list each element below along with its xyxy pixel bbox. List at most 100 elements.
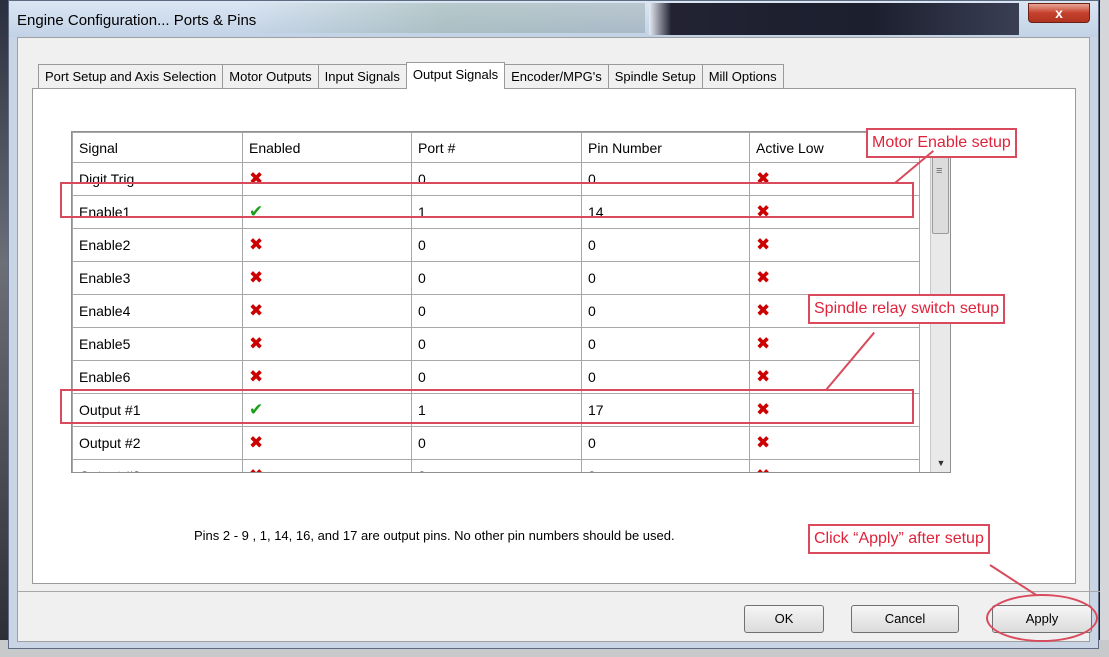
scroll-down-arrow-icon[interactable]: ▼ bbox=[931, 454, 950, 472]
column-header-enabled[interactable]: Enabled bbox=[242, 132, 412, 163]
table-row[interactable]: Enable3 ✖ 0 0 ✖ bbox=[72, 261, 920, 295]
tab-motor-outputs[interactable]: Motor Outputs bbox=[222, 64, 319, 88]
tab-port-setup[interactable]: Port Setup and Axis Selection bbox=[38, 64, 224, 88]
enabled-cell[interactable]: ✖ bbox=[242, 360, 412, 394]
red-x-icon: ✖ bbox=[756, 202, 771, 222]
port-cell[interactable]: 0 bbox=[411, 426, 582, 460]
active-low-cell[interactable]: ✖ bbox=[749, 261, 920, 295]
red-x-icon: ✖ bbox=[756, 169, 771, 189]
pin-number-cell[interactable]: 0 bbox=[581, 426, 750, 460]
signal-cell[interactable]: Enable3 bbox=[72, 261, 243, 295]
port-cell-text: 0 bbox=[418, 303, 426, 319]
signal-cell[interactable]: Enable1 bbox=[72, 195, 243, 229]
active-low-cell[interactable]: ✖ bbox=[749, 162, 920, 196]
title-bar[interactable]: Engine Configuration... Ports & Pins x bbox=[9, 1, 1098, 37]
port-cell-text: 0 bbox=[418, 369, 426, 385]
enabled-cell[interactable]: ✖ bbox=[242, 294, 412, 328]
port-cell[interactable]: 1 bbox=[411, 195, 582, 229]
pin-number-cell[interactable]: 0 bbox=[581, 459, 750, 472]
enabled-cell[interactable]: ✖ bbox=[242, 228, 412, 262]
red-x-icon: ✖ bbox=[249, 334, 264, 354]
column-header-port[interactable]: Port # bbox=[411, 132, 582, 163]
pin-number-cell[interactable]: 0 bbox=[581, 294, 750, 328]
table-row[interactable]: Output #1 ✔ 1 17 ✖ bbox=[72, 393, 920, 427]
port-cell-text: 0 bbox=[418, 171, 426, 187]
port-cell[interactable]: 0 bbox=[411, 261, 582, 295]
pin-number-cell[interactable]: 14 bbox=[581, 195, 750, 229]
port-cell-text: 0 bbox=[418, 468, 426, 472]
signal-cell-text: Enable5 bbox=[79, 336, 131, 352]
cancel-button[interactable]: Cancel bbox=[851, 605, 959, 633]
ok-button[interactable]: OK bbox=[744, 605, 824, 633]
red-x-icon: ✖ bbox=[756, 301, 771, 321]
signal-cell[interactable]: Output #1 bbox=[72, 393, 243, 427]
signal-cell[interactable]: Digit Trig bbox=[72, 162, 243, 196]
active-low-cell[interactable]: ✖ bbox=[749, 327, 920, 361]
table-row[interactable]: Output #2 ✖ 0 0 ✖ bbox=[72, 426, 920, 460]
signal-cell[interactable]: Output #3 bbox=[72, 459, 243, 472]
red-x-icon: ✖ bbox=[249, 301, 264, 321]
column-header-signal[interactable]: Signal bbox=[72, 132, 243, 163]
active-low-cell[interactable]: ✖ bbox=[749, 426, 920, 460]
table-row[interactable]: Enable6 ✖ 0 0 ✖ bbox=[72, 360, 920, 394]
active-low-cell[interactable]: ✖ bbox=[749, 393, 920, 427]
tab-strip: Port Setup and Axis Selection Motor Outp… bbox=[38, 62, 784, 89]
title-bar-background-window bbox=[649, 3, 1019, 35]
scrollbar-grip-icon: ≡ bbox=[936, 165, 943, 177]
column-header-pin-number[interactable]: Pin Number bbox=[581, 132, 750, 163]
red-x-icon: ✖ bbox=[249, 268, 264, 288]
enabled-cell[interactable]: ✖ bbox=[242, 327, 412, 361]
enabled-cell[interactable]: ✔ bbox=[242, 195, 412, 229]
signal-cell[interactable]: Enable5 bbox=[72, 327, 243, 361]
pin-number-cell[interactable]: 17 bbox=[581, 393, 750, 427]
signal-cell[interactable]: Enable6 bbox=[72, 360, 243, 394]
port-cell[interactable]: 1 bbox=[411, 393, 582, 427]
port-cell[interactable]: 0 bbox=[411, 327, 582, 361]
tab-spindle-setup[interactable]: Spindle Setup bbox=[607, 64, 703, 88]
table-row[interactable]: Enable1 ✔ 1 14 ✖ bbox=[72, 195, 920, 229]
active-low-cell[interactable]: ✖ bbox=[749, 459, 920, 472]
pin-number-cell[interactable]: 0 bbox=[581, 261, 750, 295]
table-row[interactable]: Enable5 ✖ 0 0 ✖ bbox=[72, 327, 920, 361]
pin-number-cell-text: 0 bbox=[588, 369, 596, 385]
pin-number-cell-text: 0 bbox=[588, 270, 596, 286]
enabled-cell[interactable]: ✖ bbox=[242, 162, 412, 196]
pin-number-cell-text: 0 bbox=[588, 237, 596, 253]
port-cell[interactable]: 0 bbox=[411, 294, 582, 328]
table-row[interactable]: Enable2 ✖ 0 0 ✖ bbox=[72, 228, 920, 262]
pin-number-cell[interactable]: 0 bbox=[581, 162, 750, 196]
table-row[interactable]: Enable4 ✖ 0 0 ✖ bbox=[72, 294, 920, 328]
signal-cell-text: Digit Trig bbox=[79, 171, 135, 187]
port-cell-text: 0 bbox=[418, 237, 426, 253]
pin-number-cell[interactable]: 0 bbox=[581, 360, 750, 394]
window-title: Engine Configuration... Ports & Pins bbox=[17, 12, 257, 29]
signal-cell[interactable]: Output #2 bbox=[72, 426, 243, 460]
table-row[interactable]: Output #3 ✖ 0 0 ✖ bbox=[72, 459, 920, 472]
red-x-icon: ✖ bbox=[249, 466, 263, 472]
motor-enable-annotation: Motor Enable setup bbox=[866, 128, 1017, 158]
tab-input-signals[interactable]: Input Signals bbox=[317, 64, 407, 88]
port-cell[interactable]: 0 bbox=[411, 162, 582, 196]
active-low-cell[interactable]: ✖ bbox=[749, 195, 920, 229]
green-check-icon: ✔ bbox=[249, 202, 264, 222]
enabled-cell[interactable]: ✔ bbox=[242, 393, 412, 427]
pin-number-cell[interactable]: 0 bbox=[581, 228, 750, 262]
active-low-cell[interactable]: ✖ bbox=[749, 228, 920, 262]
signal-cell[interactable]: Enable4 bbox=[72, 294, 243, 328]
signal-cell[interactable]: Enable2 bbox=[72, 228, 243, 262]
enabled-cell[interactable]: ✖ bbox=[242, 261, 412, 295]
port-cell[interactable]: 0 bbox=[411, 459, 582, 472]
table-row[interactable]: Digit Trig ✖ 0 0 ✖ bbox=[72, 162, 920, 196]
desktop-background-right bbox=[1100, 0, 1109, 657]
port-cell[interactable]: 0 bbox=[411, 228, 582, 262]
port-cell[interactable]: 0 bbox=[411, 360, 582, 394]
signal-cell-text: Enable1 bbox=[79, 204, 131, 220]
enabled-cell[interactable]: ✖ bbox=[242, 426, 412, 460]
tab-encoder-mpg[interactable]: Encoder/MPG's bbox=[504, 64, 609, 88]
red-x-icon: ✖ bbox=[756, 466, 770, 472]
close-button[interactable]: x bbox=[1028, 3, 1090, 23]
tab-mill-options[interactable]: Mill Options bbox=[701, 64, 784, 88]
pin-number-cell[interactable]: 0 bbox=[581, 327, 750, 361]
tab-output-signals[interactable]: Output Signals bbox=[405, 62, 506, 89]
enabled-cell[interactable]: ✖ bbox=[242, 459, 412, 472]
